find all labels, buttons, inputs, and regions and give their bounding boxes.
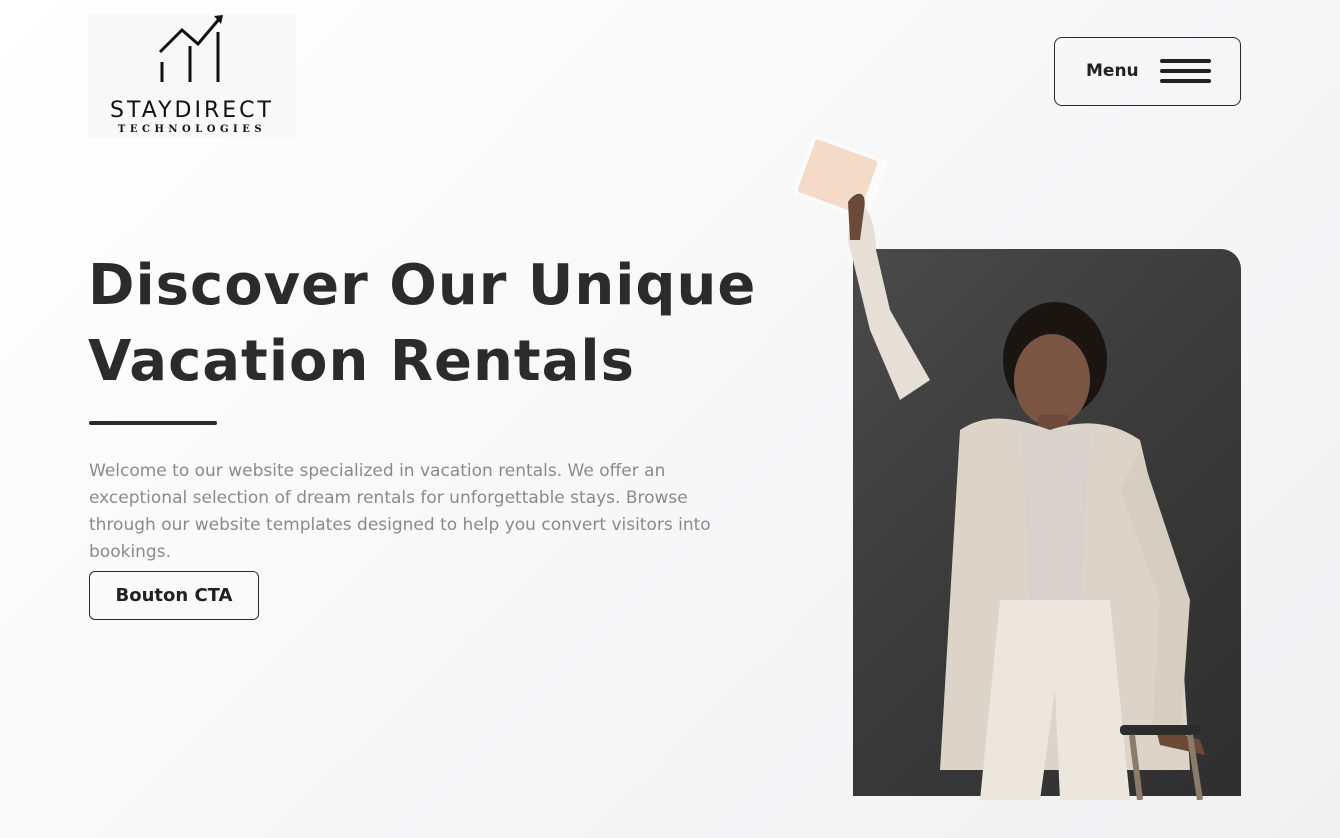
hero-photo	[793, 134, 1205, 800]
logo[interactable]: STAYDIRECT TECHNOLOGIES	[88, 14, 296, 138]
hero-title-line-1: Discover Our Unique	[88, 253, 757, 318]
menu-button[interactable]: Menu	[1054, 37, 1241, 106]
hero-title: Discover Our Unique Vacation Rentals	[88, 248, 788, 400]
cta-button[interactable]: Bouton CTA	[89, 571, 259, 620]
rising-chart-icon	[158, 15, 223, 82]
logo-wordmark: STAYDIRECT	[110, 98, 274, 123]
hamburger-icon	[1160, 57, 1211, 85]
hero-description: Welcome to our website specialized in va…	[89, 461, 711, 562]
hero-title-line-2: Vacation Rentals	[88, 329, 635, 394]
logo-tagline: TECHNOLOGIES	[117, 124, 267, 135]
title-divider	[89, 421, 217, 425]
menu-label: Menu	[1086, 61, 1139, 81]
